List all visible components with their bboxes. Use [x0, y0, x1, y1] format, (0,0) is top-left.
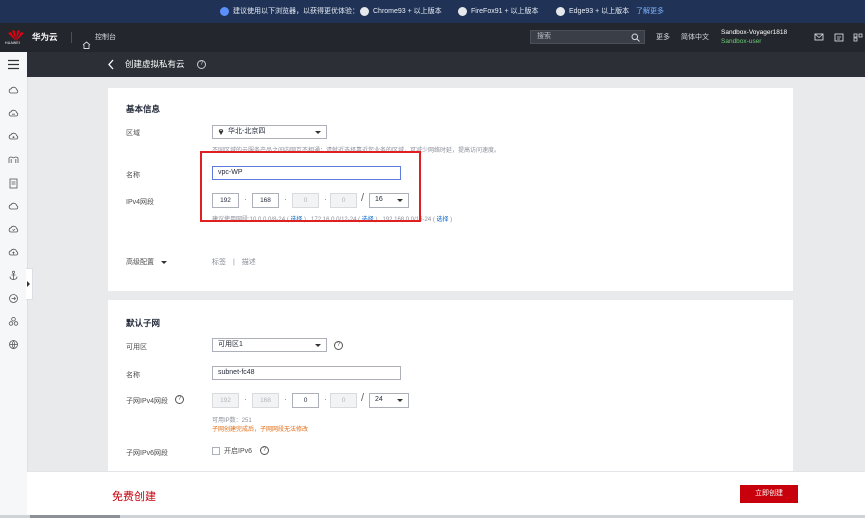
vpc-cidr-label: IPv4网段: [126, 199, 155, 206]
banner-notice: 建议使用以下浏览器，以获得更优体验：: [220, 5, 359, 18]
az-select[interactable]: 可用区1: [212, 338, 327, 352]
subnet-cidr-mask-select[interactable]: 24: [369, 393, 409, 408]
location-pin-icon: [218, 128, 224, 135]
subnet-cidr-label: 子网IPv4网段: [126, 398, 169, 405]
home-icon: [82, 33, 91, 50]
checkbox-box: [212, 447, 220, 456]
subnet-cidr-octet-3[interactable]: 0: [292, 393, 319, 408]
advanced-config-label: 高级配置: [126, 259, 154, 266]
console-link[interactable]: 控制台: [82, 23, 116, 52]
cidr-dot: ·: [284, 395, 287, 404]
az-label: 可用区: [126, 344, 147, 351]
huawei-logo[interactable]: HUAWEI: [5, 28, 27, 48]
highlight-box: [200, 151, 421, 222]
language-menu[interactable]: 简体中文: [681, 23, 709, 52]
cloud-upload-icon[interactable]: [8, 247, 19, 258]
search-icon[interactable]: [631, 33, 640, 42]
advanced-config-toggle[interactable]: 高级配置: [126, 257, 167, 267]
firefox-icon: [458, 6, 467, 16]
cloud-database-icon[interactable]: [8, 224, 19, 235]
menu-icon[interactable]: [7, 59, 20, 70]
info-icon: [220, 6, 229, 16]
edge-icon: [556, 6, 565, 16]
banner-edge: Edge93 + 以上版本: [556, 5, 629, 18]
advanced-config-summary: 标签 | 描述: [212, 259, 256, 266]
account-name: Sandbox-Voyager1818: [721, 29, 788, 36]
cloud-network-icon[interactable]: [8, 131, 19, 142]
cluster-icon[interactable]: [8, 316, 19, 327]
subnet-name-label: 名称: [126, 372, 140, 379]
cidr-slash: /: [361, 392, 365, 404]
huawei-logo-text: HUAWEI: [5, 41, 21, 45]
create-now-button[interactable]: 立即创建: [740, 485, 798, 503]
bridge-icon[interactable]: [8, 154, 19, 165]
sidebar-collapse-handle[interactable]: [26, 268, 33, 300]
subnet-ipv6-label: 子网IPv6网段: [126, 450, 169, 457]
message-icon[interactable]: [814, 33, 824, 42]
cloud-backup-icon[interactable]: [8, 201, 19, 212]
top-header: HUAWEI 华为云 控制台 搜索 更多 简体中文 Sandbox-Voyage…: [0, 23, 865, 52]
price-label: 免费创建: [112, 491, 156, 503]
page-title: 创建虚拟私有云: [125, 59, 185, 69]
browser-banner: 建议使用以下浏览器，以获得更优体验： Chrome93 + 以上版本 FireF…: [0, 0, 865, 23]
subnet-cidr-octet-4: 0: [330, 393, 357, 408]
az-help-icon[interactable]: ?: [334, 341, 343, 350]
apps-icon[interactable]: [853, 33, 863, 42]
service-sidebar: [0, 52, 33, 518]
more-menu[interactable]: 更多: [656, 23, 670, 52]
document-icon[interactable]: [8, 178, 19, 189]
chrome-icon: [360, 6, 369, 16]
huawei-logo-icon: [8, 30, 24, 41]
chevron-down-icon: [397, 399, 403, 402]
ticket-icon[interactable]: [834, 33, 844, 42]
enable-ipv6-checkbox[interactable]: 开启IPv6: [212, 446, 252, 456]
account-menu[interactable]: Sandbox-Voyager1818 Sandbox-user: [721, 29, 801, 47]
subnet-name-input[interactable]: subnet-fc48: [212, 366, 401, 380]
banner-chrome: Chrome93 + 以上版本: [360, 5, 442, 18]
cidr-dot: ·: [244, 395, 247, 404]
cloud-server-icon[interactable]: [8, 85, 19, 96]
vpc-name-label: 名称: [126, 172, 140, 179]
account-user: Sandbox-user: [721, 38, 762, 45]
search-placeholder: 搜索: [537, 33, 551, 40]
chevron-down-icon: [315, 131, 321, 134]
chevron-down-icon: [315, 344, 321, 347]
page-header: 创建虚拟私有云 ?: [27, 52, 865, 77]
default-subnet-title: 默认子网: [126, 318, 161, 328]
region-select[interactable]: 华北-北京四: [212, 125, 327, 139]
basic-info-title: 基本信息: [126, 104, 161, 114]
brand-name[interactable]: 华为云: [32, 23, 58, 52]
learn-more-link[interactable]: 了解更多: [636, 5, 664, 18]
subnet-cidr-warning: 子网创建完成后，子网网段无法修改: [212, 427, 309, 433]
circle-flow-icon[interactable]: [8, 293, 19, 304]
search-input[interactable]: 搜索: [530, 30, 645, 44]
cloud-storage-icon[interactable]: [8, 108, 19, 119]
subnet-cidr-octet-2: 168: [252, 393, 279, 408]
available-ip-count: 可用IP数：251: [212, 418, 252, 424]
globe-icon[interactable]: [8, 339, 19, 350]
header-divider: [71, 32, 72, 43]
chevron-down-icon: [160, 260, 167, 264]
ipv6-help-icon[interactable]: ?: [260, 446, 269, 455]
region-label: 区域: [126, 130, 140, 137]
help-icon[interactable]: ?: [197, 60, 206, 69]
select-cidr-192-link[interactable]: 选择: [437, 217, 449, 223]
chevron-right-icon: [27, 281, 30, 287]
anchor-icon[interactable]: [8, 270, 19, 281]
default-subnet-card: 默认子网 可用区 可用区1 ? 名称 subnet-fc48 子网IPv4网段 …: [108, 300, 793, 471]
back-arrow-icon[interactable]: [107, 59, 115, 70]
subnet-cidr-octet-1: 192: [212, 393, 239, 408]
cidr-dot: ·: [324, 395, 327, 404]
banner-firefox: FireFox91 + 以上版本: [458, 5, 539, 18]
subnet-cidr-help-icon[interactable]: ?: [175, 395, 184, 404]
